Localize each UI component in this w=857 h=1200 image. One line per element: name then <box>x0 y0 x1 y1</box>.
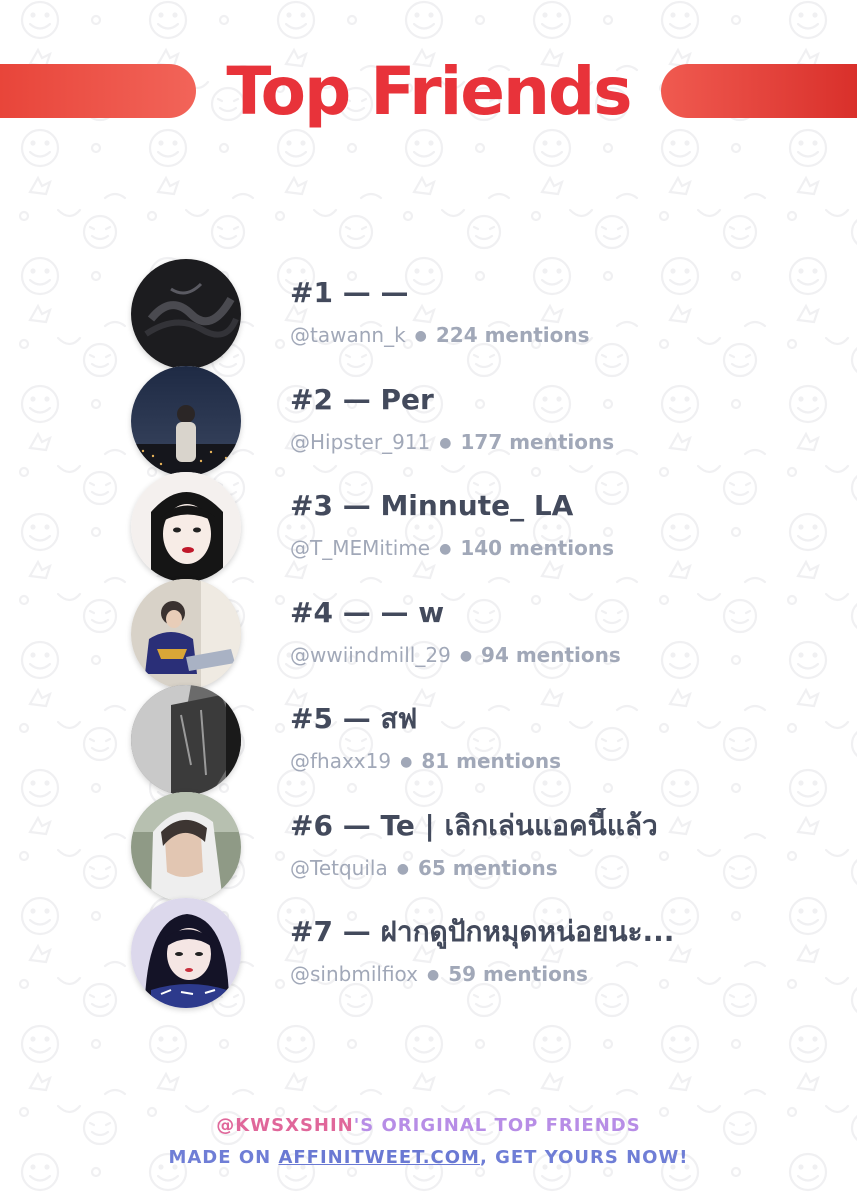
mention-count: 59 mentions <box>448 962 588 986</box>
friend-handle[interactable]: @wwiindmill_29 <box>290 643 451 667</box>
friend-entry-5[interactable]: #5 — สฟ @fhaxx19 ● 81 mentions <box>0 685 857 795</box>
header-left-bar <box>0 64 196 118</box>
page-title: Top Friends <box>226 53 632 130</box>
separator-dot-icon: ● <box>396 861 409 877</box>
friend-meta: @tawann_k ● 224 mentions <box>290 322 590 348</box>
friend-handle[interactable]: @sinbmilfiox <box>290 962 418 986</box>
separator-dot-icon: ● <box>439 435 452 451</box>
friend-entry-1[interactable]: #1 — — @tawann_k ● 224 mentions <box>0 259 857 369</box>
friend-rank-name: #2 — Per <box>290 383 434 416</box>
mention-count: 224 mentions <box>435 323 590 347</box>
white-hoodie-avatar[interactable] <box>131 792 241 902</box>
night-city-avatar[interactable] <box>131 366 241 476</box>
friend-meta: @fhaxx19 ● 81 mentions <box>290 748 561 774</box>
footer-site-link[interactable]: AFFINITWEET.COM <box>278 1147 480 1168</box>
friend-rank-name: #5 — สฟ <box>290 702 418 735</box>
friend-handle[interactable]: @T_MEMitime <box>290 536 430 560</box>
person-sitting-avatar[interactable] <box>131 579 241 689</box>
mention-count: 177 mentions <box>460 430 615 454</box>
separator-dot-icon: ● <box>427 967 440 983</box>
friend-meta: @wwiindmill_29 ● 94 mentions <box>290 642 621 668</box>
friend-entry-6[interactable]: #6 — Te | เลิกเล่นแอคนี้แล้ว @Tetquila ● 6… <box>0 792 857 902</box>
friend-rank-name: #4 — — w <box>290 596 445 629</box>
mention-count: 81 mentions <box>421 749 562 773</box>
friend-meta: @Tetquila ● 65 mentions <box>290 855 558 881</box>
friend-meta: @Hipster_911 ● 177 mentions <box>290 429 614 455</box>
friend-rank-name: #1 — — <box>290 276 409 309</box>
footer-username-link[interactable]: @KWSXSHIN <box>216 1115 353 1136</box>
friend-handle[interactable]: @fhaxx19 <box>290 749 391 773</box>
friend-entry-7[interactable]: #7 — ฝากดูปักหมุดหน่อยนะ... @sinbmilfiox… <box>0 898 857 1008</box>
mention-count: 94 mentions <box>481 643 621 667</box>
footer-line2-prefix: MADE ON <box>168 1147 279 1168</box>
friend-meta: @sinbmilfiox ● 59 mentions <box>290 961 588 987</box>
separator-dot-icon: ● <box>459 648 473 664</box>
footer-cta: MADE ON AFFINITWEET.COM, GET YOURS NOW! <box>0 1145 857 1171</box>
dark-abstract-avatar[interactable] <box>131 259 241 369</box>
mention-count: 65 mentions <box>417 856 558 880</box>
friend-handle[interactable]: @Tetquila <box>290 856 388 880</box>
header-right-bar <box>661 64 857 118</box>
mention-count: 140 mentions <box>460 536 614 560</box>
friend-entry-2[interactable]: #2 — Per @Hipster_911 ● 177 mentions <box>0 366 857 476</box>
friend-entry-3[interactable]: #3 — Minnute_ LA @T_MEMitime ● 140 mention… <box>0 472 857 582</box>
friend-rank-name: #3 — Minnute_ LA <box>290 489 574 522</box>
friend-handle[interactable]: @Hipster_911 <box>290 430 430 454</box>
friend-entry-4[interactable]: #4 — — w @wwiindmill_29 ● 94 mentions <box>0 579 857 689</box>
anime-portrait-avatar[interactable] <box>131 898 241 1008</box>
grayscale-jacket-avatar[interactable] <box>131 685 241 795</box>
friend-meta: @T_MEMitime ● 140 mentions <box>290 535 614 561</box>
separator-dot-icon: ● <box>414 328 427 344</box>
footer-line2-suffix: , GET YOURS NOW! <box>479 1147 689 1168</box>
friend-rank-name: #6 — Te | เลิกเล่นแอคนี้แล้ว <box>290 809 658 842</box>
friend-rank-name: #7 — ฝากดูปักหมุดหน่อยนะ... <box>290 915 675 948</box>
footer-credit: @KWSXSHIN'S ORIGINAL TOP FRIENDS <box>0 1113 857 1139</box>
separator-dot-icon: ● <box>400 754 413 770</box>
portrait-illustration-avatar[interactable] <box>131 472 241 582</box>
separator-dot-icon: ● <box>439 541 452 557</box>
friend-handle[interactable]: @tawann_k <box>290 323 406 347</box>
footer-line1-text: 'S ORIGINAL TOP FRIENDS <box>353 1115 641 1136</box>
